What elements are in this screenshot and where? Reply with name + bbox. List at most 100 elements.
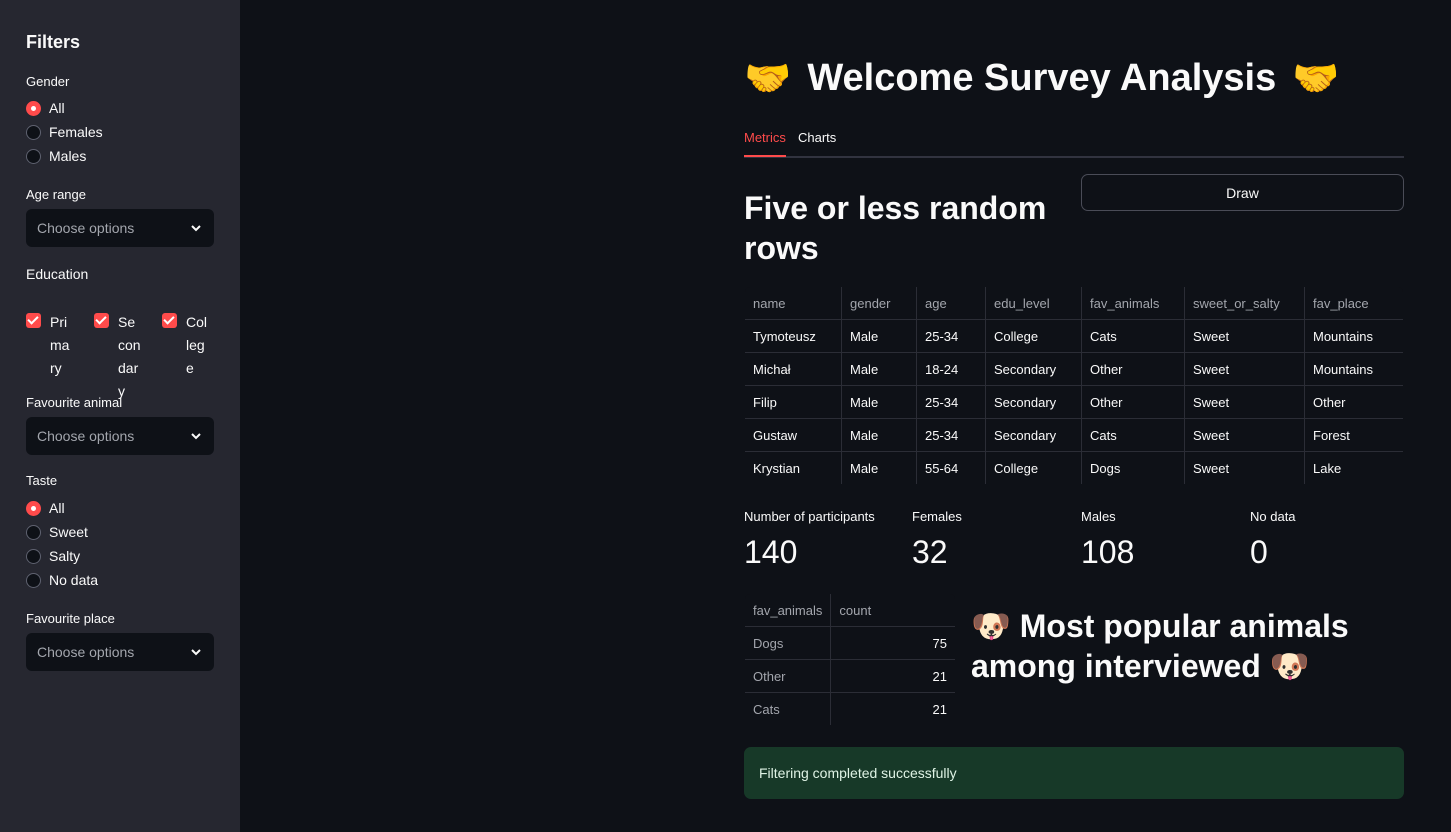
table-row[interactable]: Michał Male 18-24 Secondary Other Sweet Mounta… <box>745 352 1403 386</box>
chevron-down-icon <box>191 649 201 656</box>
radio-label: Salty <box>49 548 81 564</box>
success-alert: Filtering completed successfully <box>744 747 1404 799</box>
select-placeholder: Choose options <box>37 428 135 444</box>
gender-label: Gender <box>26 74 70 89</box>
table-cell[interactable]: 75 <box>830 626 955 660</box>
table-cell[interactable]: Dogs <box>745 626 832 660</box>
radio-icon <box>26 524 41 540</box>
radio-icon <box>26 548 41 564</box>
table-cell[interactable]: Other <box>1081 385 1185 419</box>
metric-label: No data <box>1250 509 1296 524</box>
taste-radio-salty[interactable]: Salty <box>26 546 80 566</box>
education-label: Education <box>26 266 89 282</box>
checkbox-label: Secondary <box>118 314 141 399</box>
education-checkbox-primary[interactable]: Primary <box>26 311 74 380</box>
sidebar-title: Filters <box>26 32 81 52</box>
table-row[interactable]: Gustaw Male 25-34 Secondary Cats Sweet Forest <box>745 418 1403 452</box>
column-header[interactable]: fav_animals <box>745 594 832 627</box>
radio-label: All <box>49 500 65 516</box>
table-cell[interactable]: Cats <box>745 692 832 725</box>
table-cell[interactable]: Male <box>841 319 917 353</box>
gender-radio-males[interactable]: Males <box>26 146 86 166</box>
table-cell[interactable]: Male <box>841 418 917 452</box>
gender-radio-all[interactable]: All <box>26 98 65 118</box>
metric-females: Females 32 <box>912 509 962 571</box>
table-cell[interactable]: 55-64 <box>916 451 986 484</box>
random-rows-title: Five or less random rows <box>744 190 1047 266</box>
table-cell[interactable]: 25-34 <box>916 385 986 419</box>
taste-radio-no-data[interactable]: No data <box>26 570 98 590</box>
place-select[interactable]: Choose options <box>26 633 214 671</box>
table-cell[interactable]: Filip <box>745 385 842 419</box>
table-cell[interactable]: Forest <box>1304 418 1403 452</box>
animal-select[interactable]: Choose options <box>26 417 214 455</box>
table-row[interactable]: Tymoteusz Male 25-34 College Cats Sweet Mounta… <box>745 319 1403 353</box>
table-cell[interactable]: Sweet <box>1184 319 1305 353</box>
table-cell[interactable]: Cats <box>1081 319 1185 353</box>
column-header[interactable]: edu_level <box>985 287 1082 320</box>
table-row[interactable]: Dogs 75 <box>745 626 955 660</box>
table-cell[interactable]: Tymoteusz <box>745 319 842 353</box>
column-header[interactable]: gender <box>841 287 917 320</box>
table-cell[interactable]: Sweet <box>1184 418 1305 452</box>
table-cell[interactable]: Other <box>1081 352 1185 386</box>
table-cell[interactable]: Mountains <box>1304 319 1403 353</box>
column-header[interactable]: count <box>830 594 955 627</box>
radio-selected-icon <box>26 100 41 116</box>
gender-radio-females[interactable]: Females <box>26 122 103 142</box>
table-cell[interactable]: Other <box>745 659 832 693</box>
metric-label: Females <box>912 509 962 524</box>
table-cell[interactable]: Sweet <box>1184 385 1305 419</box>
table-cell[interactable]: Dogs <box>1081 451 1185 484</box>
column-header[interactable]: age <box>916 287 986 320</box>
table-cell[interactable]: Male <box>841 385 917 419</box>
column-header[interactable]: fav_place <box>1304 287 1403 320</box>
table-row[interactable]: Filip Male 25-34 Secondary Other Sweet Other <box>745 385 1403 419</box>
metric-value: 108 <box>1081 534 1135 570</box>
education-checkbox-secondary[interactable]: Secondary <box>94 311 142 403</box>
age-range-select[interactable]: Choose options <box>26 209 214 247</box>
table-cell[interactable]: Lake <box>1304 451 1403 484</box>
checkbox-checked-icon <box>162 313 177 328</box>
table-cell[interactable]: College <box>985 451 1082 484</box>
table-cell[interactable]: Other <box>1304 385 1403 419</box>
chevron-down-icon <box>191 225 201 232</box>
taste-radio-sweet[interactable]: Sweet <box>26 522 88 542</box>
table-row[interactable]: Other 21 <box>745 659 955 693</box>
tab-metrics[interactable]: Metrics <box>744 130 786 157</box>
tab-charts[interactable]: Charts <box>798 130 836 155</box>
table-cell[interactable]: 21 <box>830 659 955 693</box>
table-cell[interactable]: Secondary <box>985 418 1082 452</box>
age-range-label: Age range <box>26 187 86 202</box>
table-row[interactable]: Cats 21 <box>745 692 955 725</box>
education-checkbox-college[interactable]: College <box>162 311 210 380</box>
table-cell[interactable]: Mountains <box>1304 352 1403 386</box>
table-cell[interactable]: 18-24 <box>916 352 986 386</box>
table-cell[interactable]: Sweet <box>1184 352 1305 386</box>
table-cell[interactable]: Sweet <box>1184 451 1305 484</box>
table-cell[interactable]: 21 <box>830 692 955 725</box>
table-cell[interactable]: Gustaw <box>745 418 842 452</box>
table-cell[interactable]: Male <box>841 352 917 386</box>
column-header[interactable]: sweet_or_salty <box>1184 287 1305 320</box>
table-cell[interactable]: Secondary <box>985 352 1082 386</box>
column-header[interactable]: fav_animals <box>1081 287 1185 320</box>
table-cell[interactable]: Michał <box>745 352 842 386</box>
table-cell[interactable]: 25-34 <box>916 418 986 452</box>
radio-icon <box>26 148 41 164</box>
table-cell[interactable]: Cats <box>1081 418 1185 452</box>
table-row[interactable]: Krystian Male 55-64 College Dogs Sweet Lake <box>745 451 1403 484</box>
dog-icon: 🐶 <box>971 607 1011 645</box>
random-rows-table[interactable]: name gender age edu_level fav_animals sw… <box>744 286 1404 485</box>
table-cell[interactable]: College <box>985 319 1082 353</box>
table-cell[interactable]: Male <box>841 451 917 484</box>
taste-radio-all[interactable]: All <box>26 498 65 518</box>
radio-icon <box>26 572 41 588</box>
animals-table[interactable]: fav_animals count Dogs 75 Other 21 Cats 21 <box>744 593 956 726</box>
column-header[interactable]: name <box>745 287 842 320</box>
table-cell[interactable]: 25-34 <box>916 319 986 353</box>
page-title-text: Welcome Survey Analysis <box>807 57 1277 99</box>
table-cell[interactable]: Krystian <box>745 451 842 484</box>
table-cell[interactable]: Secondary <box>985 385 1082 419</box>
draw-button[interactable]: Draw <box>1081 174 1404 211</box>
